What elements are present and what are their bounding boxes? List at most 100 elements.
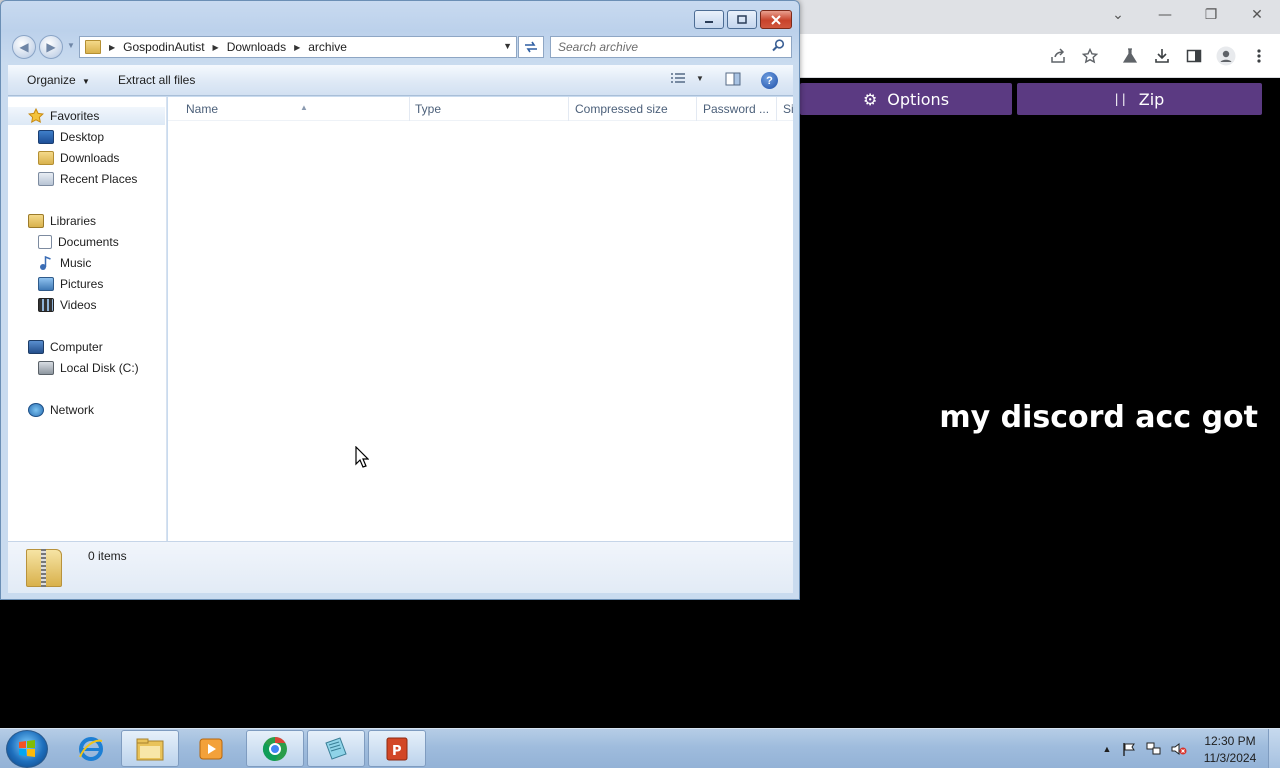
breadcrumb-arrow-icon[interactable]: ▶ <box>109 43 115 52</box>
view-options-icon[interactable] <box>670 72 686 89</box>
forward-button[interactable]: ▶ <box>39 35 63 59</box>
volume-muted-icon[interactable] <box>1171 741 1187 757</box>
nav-local-disk-label: Local Disk (C:) <box>60 361 139 375</box>
show-hidden-icons-icon[interactable]: ▲ <box>1099 741 1115 757</box>
nav-music[interactable]: Music <box>38 254 91 272</box>
options-button[interactable]: ⚙ Options <box>800 83 1012 115</box>
downloads-folder-icon <box>38 151 54 165</box>
options-label: Options <box>887 89 950 109</box>
tab-search-button[interactable]: ⌄ <box>1096 2 1140 28</box>
column-name-label: Name <box>186 102 219 116</box>
nav-network[interactable]: Network <box>28 401 94 419</box>
computer-icon <box>28 340 44 354</box>
view-dropdown-icon[interactable]: ▼ <box>696 74 704 83</box>
refresh-button[interactable] <box>518 36 544 58</box>
browser-restore-button[interactable]: ❐ <box>1189 2 1233 28</box>
nav-local-disk[interactable]: Local Disk (C:) <box>38 359 139 377</box>
action-center-flag-icon[interactable] <box>1121 741 1137 757</box>
media-player-icon[interactable] <box>182 730 240 767</box>
share-icon[interactable] <box>1046 44 1070 68</box>
column-type[interactable]: Type <box>407 97 569 121</box>
organize-button[interactable]: Organize ▼ <box>27 73 90 87</box>
network-icon <box>28 403 44 417</box>
nav-computer[interactable]: Computer <box>28 338 103 356</box>
start-button[interactable] <box>6 730 48 768</box>
search-input[interactable] <box>551 37 761 57</box>
nav-favorites[interactable]: Favorites <box>8 107 165 125</box>
nav-computer-label: Computer <box>50 340 103 354</box>
network-status-icon[interactable] <box>1146 741 1162 757</box>
bookmark-star-icon[interactable] <box>1078 44 1102 68</box>
nav-desktop[interactable]: Desktop <box>38 128 104 146</box>
nav-desktop-label: Desktop <box>60 130 105 144</box>
breadcrumb-arrow-icon[interactable]: ▶ <box>294 43 300 52</box>
breadcrumb-downloads[interactable]: Downloads <box>227 40 286 54</box>
address-bar[interactable]: ▶ GospodinAutist ▶ Downloads ▶ archive ▼ <box>79 36 517 58</box>
browser-close-button[interactable]: ✕ <box>1235 2 1279 28</box>
clock-time[interactable]: 12:30 PM <box>1196 734 1264 748</box>
breadcrumb-user[interactable]: GospodinAutist <box>123 40 204 54</box>
browser-menu-icon[interactable] <box>1247 44 1271 68</box>
nav-recent-places[interactable]: Recent Places <box>38 170 137 188</box>
nav-music-label: Music <box>60 256 92 270</box>
sort-ascending-icon: ▲ <box>300 103 308 112</box>
details-pane: 0 items <box>8 541 793 593</box>
nav-documents-label: Documents <box>58 235 119 249</box>
star-icon <box>27 107 45 124</box>
column-headers: Name ▲ Type Compressed size Password ...… <box>168 97 793 121</box>
search-box[interactable] <box>550 36 792 58</box>
nav-documents[interactable]: Documents <box>38 233 119 251</box>
address-dropdown-icon[interactable]: ▼ <box>503 41 512 51</box>
nav-libraries-label: Libraries <box>50 214 97 228</box>
download-icon[interactable] <box>1150 44 1174 68</box>
nav-downloads[interactable]: Downloads <box>38 149 119 167</box>
search-icon[interactable] <box>772 39 785 55</box>
breadcrumb-arrow-icon[interactable]: ▶ <box>213 43 219 52</box>
zip-button[interactable]: || Zip <box>1017 83 1262 115</box>
recent-pages-chevron-icon[interactable]: ▼ <box>67 41 75 50</box>
close-button[interactable] <box>760 10 792 29</box>
show-desktop-button[interactable] <box>1268 729 1280 768</box>
powerpoint-icon[interactable]: P <box>368 730 426 767</box>
column-size[interactable]: Si <box>775 97 793 121</box>
maximize-button[interactable] <box>727 10 757 29</box>
browser-minimize-button[interactable]: — <box>1143 2 1187 28</box>
nav-pictures-label: Pictures <box>60 277 104 291</box>
organize-label: Organize <box>27 73 76 87</box>
hard-drive-icon <box>38 361 54 375</box>
clock-date[interactable]: 11/3/2024 <box>1196 751 1264 765</box>
nav-recent-places-label: Recent Places <box>60 172 138 186</box>
file-list[interactable]: Name ▲ Type Compressed size Password ...… <box>168 97 793 541</box>
chrome-icon[interactable] <box>246 730 304 767</box>
recent-places-icon <box>38 172 54 186</box>
navigation-pane: Favorites Desktop Downloads Recent Place… <box>8 97 167 541</box>
back-button[interactable]: ◀ <box>12 35 36 59</box>
minimize-button[interactable] <box>694 10 724 29</box>
item-count: 0 items <box>88 549 127 563</box>
gear-icon: ⚙ <box>862 89 878 109</box>
lab-flask-icon[interactable] <box>1118 44 1142 68</box>
side-panel-icon[interactable] <box>1182 44 1206 68</box>
profile-icon[interactable] <box>1214 44 1238 68</box>
column-compressed-size[interactable]: Compressed size <box>567 97 697 121</box>
nav-pictures[interactable]: Pictures <box>38 275 103 293</box>
notepad-icon[interactable] <box>307 730 365 767</box>
preview-pane-icon[interactable] <box>725 72 741 89</box>
pictures-icon <box>38 277 54 291</box>
nav-videos[interactable]: Videos <box>38 296 96 314</box>
breadcrumb-archive[interactable]: archive <box>308 40 347 54</box>
folder-icon <box>85 40 101 54</box>
chevron-down-icon: ▼ <box>82 77 90 86</box>
windows-explorer-icon[interactable] <box>121 730 179 767</box>
column-password[interactable]: Password ... <box>695 97 777 121</box>
mouse-cursor-icon <box>355 445 370 471</box>
nav-libraries[interactable]: Libraries <box>28 212 96 230</box>
help-icon[interactable]: ? <box>761 72 778 89</box>
internet-explorer-icon[interactable] <box>62 730 120 767</box>
nav-favorites-label: Favorites <box>50 109 100 123</box>
extract-all-files-button[interactable]: Extract all files <box>118 73 195 87</box>
videos-icon <box>38 298 54 312</box>
column-name[interactable]: Name ▲ <box>178 97 410 121</box>
libraries-icon <box>28 214 44 228</box>
zip-label: Zip <box>1138 89 1165 109</box>
